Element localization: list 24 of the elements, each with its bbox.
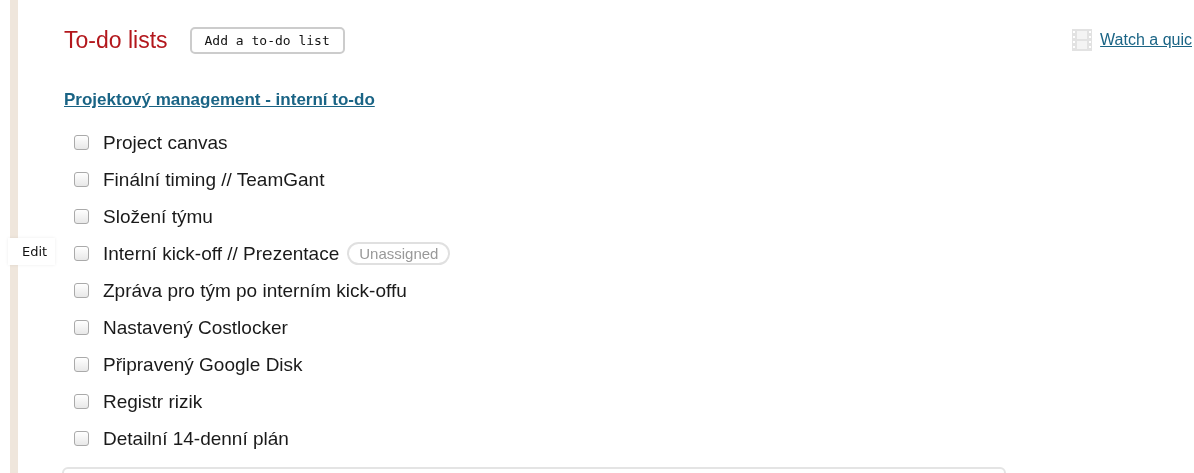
todo-item: Interní kick-off // Prezentace	[103, 242, 340, 265]
checkbox[interactable]	[74, 135, 89, 150]
edit-link[interactable]: Edit	[8, 238, 56, 265]
todo-item: Nastavený Costlocker	[103, 316, 288, 339]
todo-item: Project canvas	[103, 131, 228, 154]
checkbox[interactable]	[74, 357, 89, 372]
todo-item: Detailní 14-denní plán	[103, 427, 289, 450]
checkbox[interactable]	[74, 394, 89, 409]
checkbox[interactable]	[74, 320, 89, 335]
checkbox[interactable]	[74, 283, 89, 298]
checkbox[interactable]	[74, 172, 89, 187]
checkbox[interactable]	[74, 431, 89, 446]
page-title: To-do lists	[64, 26, 168, 54]
todo-item: Finální timing // TeamGant	[103, 168, 325, 191]
checkbox[interactable]	[74, 246, 89, 261]
add-list-button[interactable]: Add a to-do list	[189, 26, 345, 54]
list-title-link[interactable]: Projektový management - interní to-do	[64, 90, 375, 110]
todo-item: Připravený Google Disk	[103, 353, 303, 376]
todo-item: Registr rizik	[103, 390, 203, 413]
film-icon	[1072, 29, 1093, 51]
todo-item: Složení týmu	[103, 205, 213, 228]
video-link[interactable]: Watch a quic	[1100, 31, 1192, 49]
checkbox[interactable]	[74, 209, 89, 224]
todo-item: Zpráva pro tým po interním kick-offu	[103, 279, 407, 302]
